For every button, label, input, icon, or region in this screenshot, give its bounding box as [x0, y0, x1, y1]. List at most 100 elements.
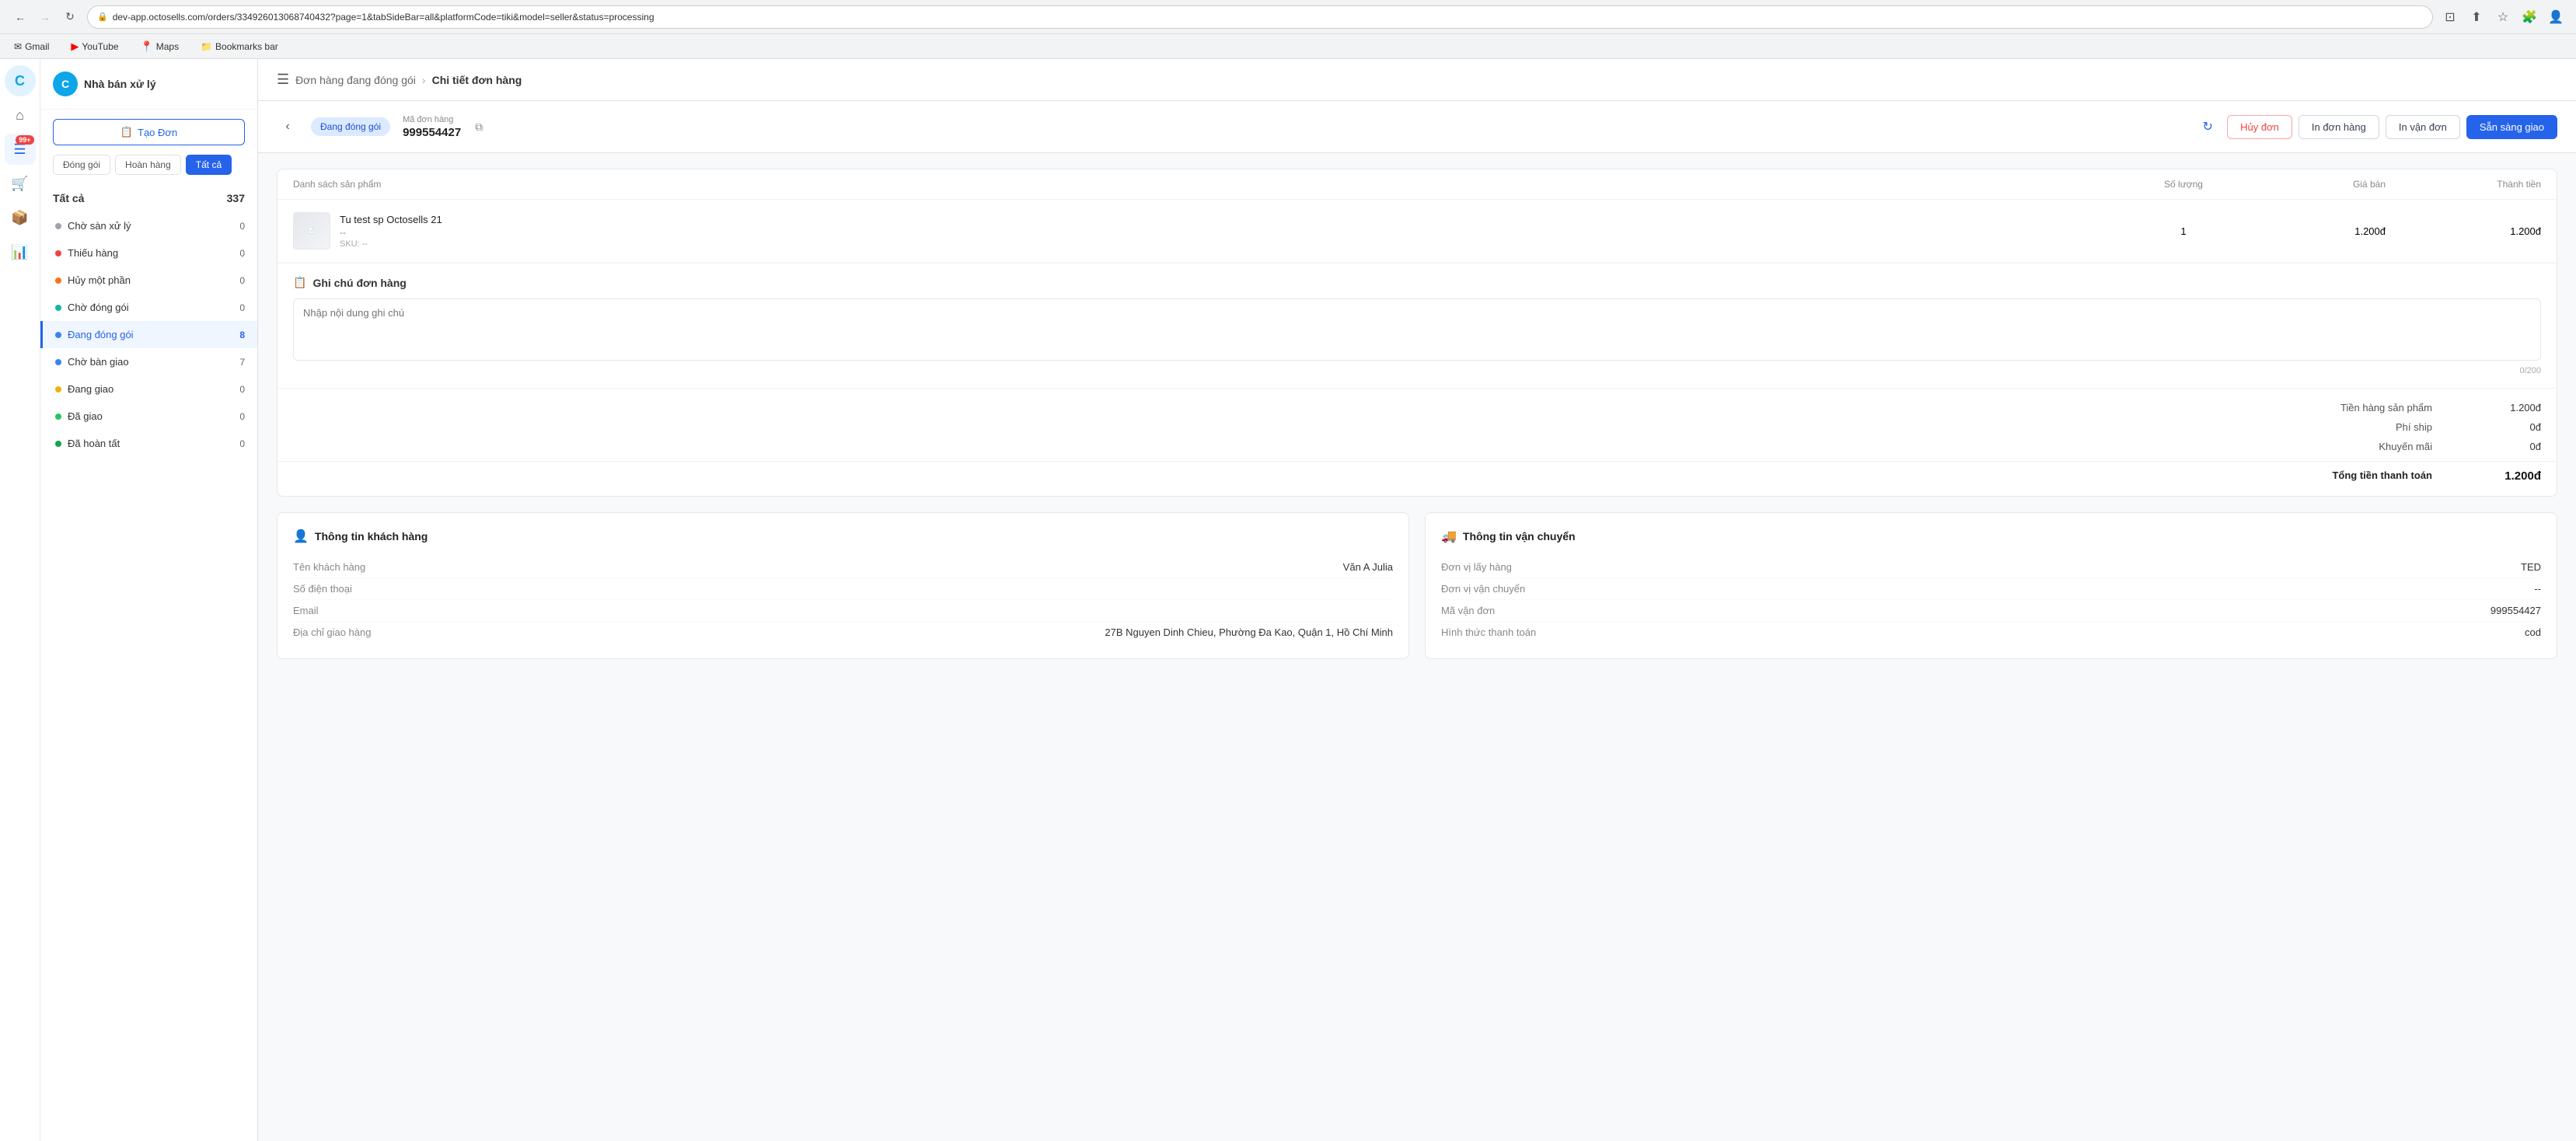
- icon-sidebar: C ⌂ ☰ 99+ 🛒 📦 📊: [0, 59, 40, 1141]
- note-icon: 📋: [293, 276, 306, 289]
- summary-value-discount: 0đ: [2479, 441, 2541, 452]
- tracking-row: Mã vận đơn 999554427: [1441, 600, 2541, 622]
- all-label: Tất cả: [53, 192, 84, 204]
- sidebar-item-da-giao[interactable]: Đã giao 0: [40, 403, 257, 430]
- reload-button[interactable]: ↻: [59, 6, 81, 28]
- note-textarea[interactable]: [293, 298, 2541, 361]
- customer-icon: 👤: [293, 529, 309, 544]
- sidebar: C Nhà bán xử lý 📋 Tạo Đơn Đóng gói Hoàn …: [40, 59, 258, 1141]
- order-id-section: Mã đơn hàng 999554427: [403, 115, 461, 139]
- dot-cho-dong-goi: [55, 305, 61, 311]
- bookmark-maps[interactable]: 📍 Maps: [136, 39, 184, 54]
- col-product: Danh sách sản phẩm: [293, 179, 2137, 190]
- col-quantity: Số lượng: [2137, 179, 2230, 190]
- create-order-button[interactable]: 📋 Tạo Đơn: [53, 119, 245, 145]
- product-quantity: 1: [2137, 225, 2230, 237]
- customer-address-row: Địa chỉ giao hàng 27B Nguyen Dinh Chieu,…: [293, 622, 1393, 643]
- sidebar-item-thieu-hang[interactable]: Thiếu hàng 0: [40, 239, 257, 267]
- summary-row-total: Tổng tiền thanh toán 1.200đ: [277, 461, 2557, 487]
- filter-tab-hoan-hang[interactable]: Hoàn hàng: [115, 155, 181, 175]
- product-thumbnail: 📄: [293, 212, 330, 249]
- box-icon-btn[interactable]: 📦: [5, 202, 36, 233]
- create-order-icon: 📋: [120, 126, 133, 138]
- count-dang-giao: 0: [239, 384, 245, 395]
- tracking-label: Mã vận đơn: [1441, 605, 1495, 616]
- order-header: ‹ Đang đóng gói Mã đơn hàng 999554427 ⧉ …: [258, 101, 2576, 153]
- share-btn[interactable]: ⬆: [2466, 6, 2487, 28]
- chart-icon-btn[interactable]: 📊: [5, 236, 36, 267]
- sidebar-item-cho-ban-giao[interactable]: Chờ bàn giao 7: [40, 348, 257, 375]
- summary-row-ship: Phí ship 0đ: [277, 417, 2557, 437]
- dot-dang-giao: [55, 386, 61, 393]
- count-cho-san-xu-ly: 0: [239, 221, 245, 232]
- dot-huy-mot-phan: [55, 277, 61, 284]
- logo-btn[interactable]: C: [5, 65, 36, 96]
- sidebar-item-dang-dong-goi[interactable]: Đang đóng gói 8: [40, 321, 257, 348]
- address-bar[interactable]: 🔒 dev-app.octosells.com/orders/334926013…: [87, 5, 2433, 29]
- sidebar-item-da-hoan-tat[interactable]: Đã hoàn tất 0: [40, 430, 257, 457]
- content-body: Danh sách sản phẩm Số lượng Giá bán Thàn…: [258, 153, 2576, 690]
- copy-order-id-button[interactable]: ⧉: [473, 119, 484, 135]
- filter-tab-dong-goi[interactable]: Đóng gói: [53, 155, 110, 175]
- count-da-giao: 0: [239, 411, 245, 422]
- maps-label: Maps: [156, 41, 179, 52]
- profile-btn[interactable]: 👤: [2545, 6, 2567, 28]
- payment-method-value: cod: [2525, 626, 2541, 638]
- summary-row-discount: Khuyến mãi 0đ: [277, 437, 2557, 456]
- extensions-btn[interactable]: 🧩: [2518, 6, 2540, 28]
- carrier-label: Đơn vị vận chuyển: [1441, 583, 1525, 595]
- sidebar-item-cho-dong-goi[interactable]: Chờ đóng gói 0: [40, 294, 257, 321]
- label-dang-dong-goi: Đang đóng gói: [68, 329, 134, 340]
- label-cho-ban-giao: Chờ bàn giao: [68, 356, 129, 368]
- sidebar-item-cho-san-xu-ly[interactable]: Chờ sàn xử lý 0: [40, 212, 257, 239]
- print-shipping-button[interactable]: In vận đơn: [2386, 115, 2460, 139]
- breadcrumb-parent[interactable]: Đơn hàng đang đóng gói: [295, 74, 416, 86]
- browser-chrome: ← → ↻ 🔒 dev-app.octosells.com/orders/334…: [0, 0, 2576, 34]
- cart-icon-btn[interactable]: 🛒: [5, 168, 36, 199]
- menu-icon[interactable]: ☰: [277, 72, 289, 88]
- dot-dang-dong-goi: [55, 332, 61, 338]
- home-icon-btn[interactable]: ⌂: [5, 99, 36, 131]
- customer-info-card: 👤 Thông tin khách hàng Tên khách hàng Vă…: [277, 512, 1409, 659]
- label-huy-mot-phan: Hủy một phần: [68, 274, 131, 286]
- app-container: C ⌂ ☰ 99+ 🛒 📦 📊 C Nhà bán xử lý 📋 Tạo Đơ…: [0, 59, 2576, 1141]
- bookmark-gmail[interactable]: ✉ Gmail: [9, 40, 54, 54]
- product-table-card: Danh sách sản phẩm Số lượng Giá bán Thàn…: [277, 169, 2557, 497]
- col-total: Thành tiền: [2386, 179, 2541, 190]
- summary-total-label: Tổng tiền thanh toán: [2332, 469, 2432, 483]
- cancel-order-button[interactable]: Hủy đơn: [2227, 115, 2292, 139]
- print-order-button[interactable]: In đơn hàng: [2299, 115, 2379, 139]
- bookmark-bookmarks-bar[interactable]: 📁 Bookmarks bar: [196, 40, 283, 54]
- customer-phone-row: Số điện thoại: [293, 578, 1393, 600]
- summary-row-product: Tiền hàng sản phẩm 1.200đ: [277, 398, 2557, 417]
- forward-button[interactable]: →: [34, 6, 56, 28]
- filter-tab-tat-ca[interactable]: Tất cả: [186, 155, 232, 175]
- sidebar-all-item[interactable]: Tất cả 337: [40, 184, 257, 212]
- order-id-label: Mã đơn hàng: [403, 115, 461, 124]
- screenshot-btn[interactable]: ⊡: [2439, 6, 2461, 28]
- all-count: 337: [227, 192, 245, 204]
- orders-icon-btn[interactable]: ☰ 99+: [5, 134, 36, 165]
- create-order-label: Tạo Đơn: [138, 127, 177, 138]
- back-button[interactable]: ←: [9, 6, 31, 28]
- back-order-button[interactable]: ‹: [277, 116, 298, 138]
- pickup-unit-row: Đơn vị lấy hàng TED: [1441, 557, 2541, 578]
- summary-section: Tiền hàng sản phẩm 1.200đ Phí ship 0đ Kh…: [277, 388, 2557, 496]
- refresh-button[interactable]: ↻: [2194, 113, 2221, 140]
- product-image: 📄: [294, 213, 330, 249]
- sidebar-item-huy-mot-phan[interactable]: Hủy một phần 0: [40, 267, 257, 294]
- sidebar-title: Nhà bán xử lý: [84, 78, 156, 90]
- count-thieu-hang: 0: [239, 248, 245, 259]
- url-text: dev-app.octosells.com/orders/33492601306…: [113, 12, 2423, 23]
- label-thieu-hang: Thiếu hàng: [68, 247, 118, 259]
- sidebar-item-dang-giao[interactable]: Đang giao 0: [40, 375, 257, 403]
- breadcrumb-separator: ›: [422, 74, 426, 86]
- ready-to-ship-button[interactable]: Sẵn sàng giao: [2466, 115, 2557, 139]
- count-da-hoan-tat: 0: [239, 438, 245, 449]
- star-btn[interactable]: ☆: [2492, 6, 2514, 28]
- gmail-label: Gmail: [25, 41, 49, 52]
- sidebar-logo: C Nhà bán xử lý: [40, 59, 257, 110]
- dot-cho-ban-giao: [55, 359, 61, 365]
- customer-address-label: Địa chỉ giao hàng: [293, 626, 371, 638]
- bookmark-youtube[interactable]: ▶ YouTube: [66, 39, 123, 54]
